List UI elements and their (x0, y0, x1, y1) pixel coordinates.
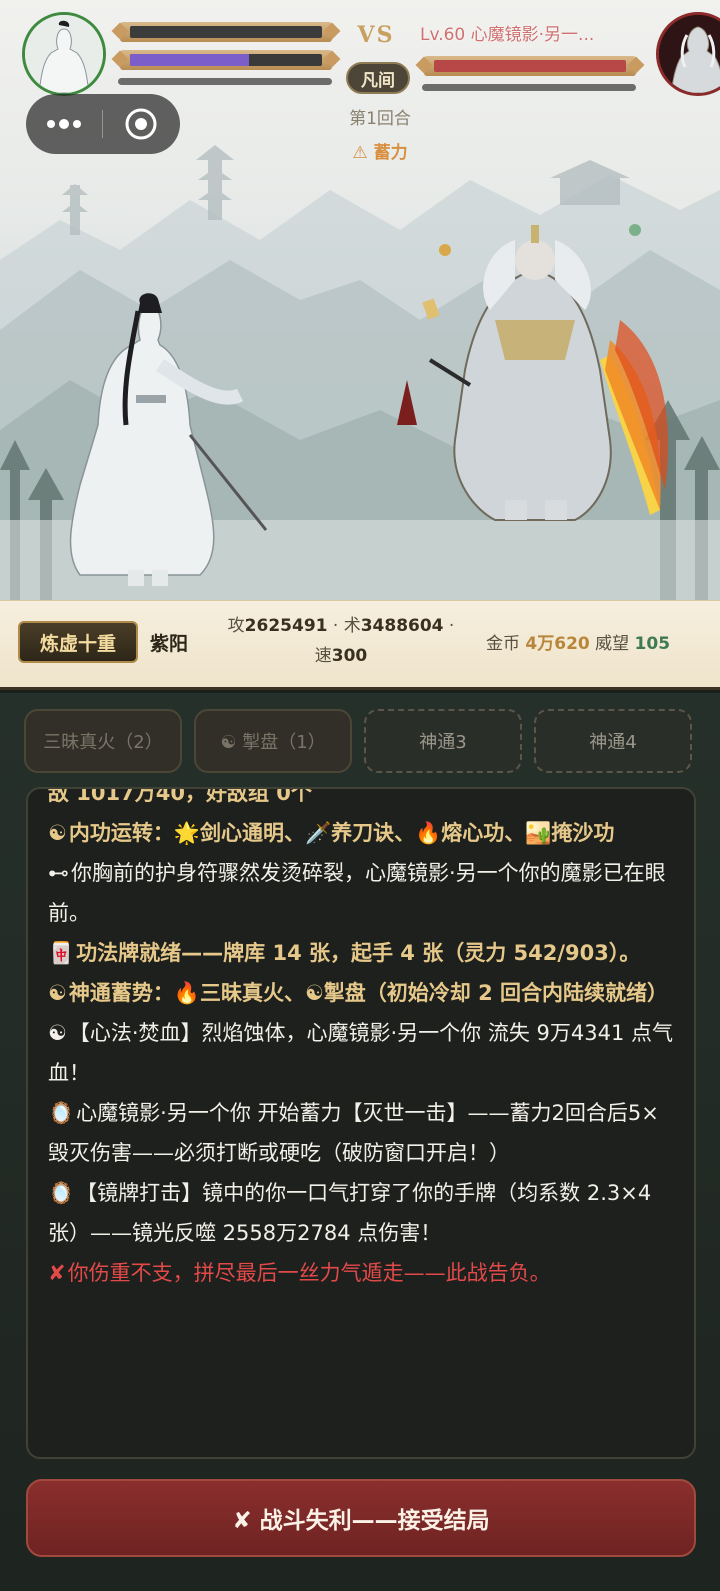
miniprogram-capsule (26, 94, 180, 154)
cultivation-rank-badge: 炼虚十重 (18, 621, 138, 663)
skill-slot-4[interactable]: 神通4 (534, 709, 692, 773)
round-counter: 第1回合 (349, 109, 411, 129)
more-menu-button[interactable] (26, 94, 102, 154)
skill-2-label: ☯ 掣盘（1） (220, 732, 326, 753)
log-line: ⊷你胸前的护身符骤然发烫碎裂，心魔镜影·另一个你的魔影已在眼前。 (48, 853, 674, 933)
log-line: ☯神通蓄势：🔥三昧真火、☯掣盘（初始冷却 2 回合内陆续就绪） (48, 973, 674, 1013)
battle-log-content: 敌 1017万40，好敌组 0个 ☯内功运转：🌟剑心通明、🗡️养刀诀、🔥熔心功、🏜… (48, 787, 674, 1293)
log-line-icon: 🪞 (48, 1101, 75, 1125)
more-dots-icon (47, 119, 81, 129)
battle-log[interactable]: 敌 1017万40，好敌组 0个 ☯内功运转：🌟剑心通明、🗡️养刀诀、🔥熔心功、🏜… (26, 787, 696, 1459)
log-line: 🪞心魔镜影·另一个你 开始蓄力【灭世一击】——蓄力2回合后5×毁灭伤害——必须打… (48, 1093, 674, 1173)
log-line: 🀄功法牌就绪——牌库 14 张，起手 4 张（灵力 542/903）。 (48, 933, 674, 973)
skill-4-label: 神通4 (589, 732, 637, 753)
enemy-portrait-icon (659, 15, 720, 93)
gold-value: 4万620 (525, 634, 590, 654)
fame-value: 105 (634, 634, 671, 654)
enemy-name: Lv.60 心魔镜影·另一... (420, 25, 595, 45)
accept-defeat-button[interactable]: ✘ 战斗失利——接受结局 (26, 1479, 696, 1557)
speed-label: 速 (314, 646, 332, 666)
log-line-icon: ✘ (48, 1261, 66, 1285)
enemy-shield-bar (422, 84, 636, 91)
log-line-text: 功法牌就绪——牌库 14 张，起手 4 张（灵力 542/903）。 (76, 941, 641, 965)
attack-value: 2625491 (244, 616, 328, 636)
player-mp-fill (130, 54, 250, 66)
battle-scene: VS 凡间 第1回合 ⚠ 蓄力 Lv.60 心魔镜影·另一... (0, 0, 720, 600)
attack-label: 攻 (227, 616, 245, 636)
log-line-text: 你胸前的护身符骤然发烫碎裂，心魔镜影·另一个你的魔影已在眼前。 (48, 861, 666, 925)
player-status-bar: 炼虚十重 紫阳 攻2625491 · 术3488604 · 速300 金币 4万… (0, 600, 720, 690)
skill-1-label: 三昧真火（2） (43, 732, 163, 753)
enemy-hp-fill (434, 60, 626, 72)
log-line-icon: ☯ (48, 1021, 67, 1045)
battle-panel: 三昧真火（2） ☯ 掣盘（1） 神通3 神通4 敌 1017万40，好敌组 0个… (0, 693, 720, 1591)
log-line: ☯【心法·焚血】烈焰蚀体，心魔镜影·另一个你 流失 9万4341 点气血！ (48, 1013, 674, 1093)
log-line-icon: 🀄 (48, 941, 75, 965)
combat-stats: 攻2625491 · 术3488604 · 速300 (227, 616, 455, 666)
log-line-icon: ☯ (48, 981, 67, 1005)
log-line-text: 【心法·焚血】烈焰蚀体，心魔镜影·另一个你 流失 9万4341 点气血！ (48, 1021, 674, 1085)
log-line: ☯内功运转：🌟剑心通明、🗡️养刀诀、🔥熔心功、🏜️掩沙功 (48, 813, 674, 853)
realm-badge: 凡间 (346, 62, 410, 94)
log-line-text: 【镜牌打击】镜中的你一口气打穿了你的手牌（均系数 2.3×4 张）——镜光反噬 … (48, 1181, 652, 1245)
enemy-character (397, 224, 668, 521)
skill-3-label: 神通3 (419, 732, 467, 753)
log-line-icon: ⊷ (48, 861, 69, 885)
skill-button-samadhi-fire[interactable]: 三昧真火（2） (24, 709, 182, 773)
log-line-icon: ☯ (48, 821, 67, 845)
player-character (69, 293, 268, 586)
enemy-hp-bar (424, 56, 636, 76)
player-shield-bar (118, 78, 332, 85)
log-line: 🪞【镜牌打击】镜中的你一口气打穿了你的手牌（均系数 2.3×4 张）——镜光反噬… (48, 1173, 674, 1253)
player-hp-fill (130, 26, 322, 38)
log-line-text: 你伤重不支，拼尽最后一丝力气遁走——此战告负。 (67, 1261, 551, 1285)
player-avatar[interactable] (22, 12, 106, 96)
log-line: ✘你伤重不支，拼尽最后一丝力气遁走——此战告负。 (48, 1253, 674, 1293)
charge-warning: ⚠ 蓄力 (352, 143, 408, 163)
gold-label: 金币 (486, 634, 520, 654)
log-line: 敌 1017万40，好敌组 0个 (48, 787, 674, 813)
log-line-icon: 🪞 (48, 1181, 75, 1205)
currency-display: 金币 4万620 威望 105 (486, 629, 670, 654)
close-miniprogram-button[interactable] (103, 94, 179, 154)
player-mp-bar (120, 50, 332, 70)
art-label: 术 (343, 616, 361, 636)
vs-label: VS (357, 22, 395, 48)
player-portrait-icon (25, 15, 103, 93)
fame-label: 威望 (595, 634, 630, 654)
art-value: 3488604 (360, 616, 444, 636)
player-name: 紫阳 (150, 633, 189, 655)
speed-value: 300 (331, 646, 368, 666)
skill-slot-3[interactable]: 神通3 (364, 709, 522, 773)
target-circle-icon (125, 108, 157, 140)
log-line-text: 神通蓄势：🔥三昧真火、☯掣盘（初始冷却 2 回合内陆续就绪） (68, 981, 669, 1005)
player-hp-bar (120, 22, 332, 42)
log-line-text: 内功运转：🌟剑心通明、🗡️养刀诀、🔥熔心功、🏜️掩沙功 (68, 821, 615, 845)
log-line-text: 敌 1017万40，好敌组 0个 (48, 787, 312, 805)
skill-button-chepan[interactable]: ☯ 掣盘（1） (194, 709, 352, 773)
log-line-text: 心魔镜影·另一个你 开始蓄力【灭世一击】——蓄力2回合后5×毁灭伤害——必须打断… (48, 1101, 659, 1165)
